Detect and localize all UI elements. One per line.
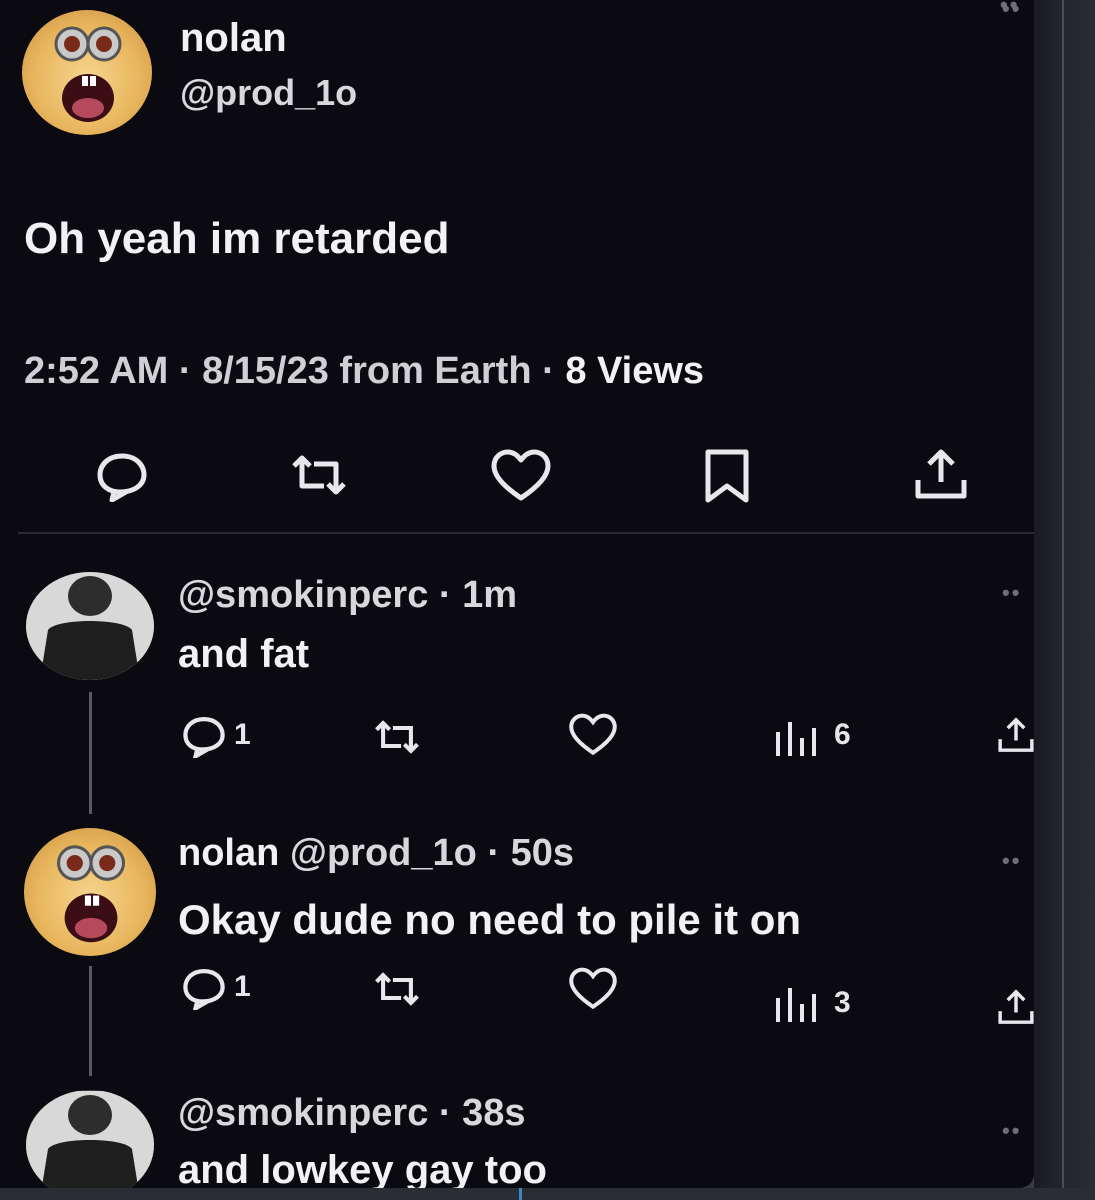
- divider: [18, 532, 1034, 534]
- share-icon[interactable]: [996, 984, 1034, 1035]
- retweet-icon[interactable]: [370, 970, 424, 1013]
- reply-1-text: and fat: [178, 632, 310, 676]
- more-dots-icon[interactable]: ••: [1002, 580, 1021, 606]
- main-tweet-text: Oh yeah im retarded: [24, 214, 450, 263]
- reply-2-handle-time[interactable]: @prod_1o · 50s: [279, 832, 574, 874]
- bar-chart-icon[interactable]: [772, 984, 826, 1029]
- thread-line: [89, 692, 92, 814]
- reply-3-header[interactable]: @smokinperc · 38s: [178, 1092, 526, 1135]
- heart-icon[interactable]: [568, 712, 618, 763]
- reply-2-avatar[interactable]: [24, 828, 156, 956]
- window-bottom-edge: [0, 1188, 1095, 1200]
- reply-2-text: Okay dude no need to pile it on: [178, 896, 802, 943]
- window-edge: [1034, 0, 1095, 1200]
- main-display-name[interactable]: nolan: [180, 16, 287, 61]
- reply-2-header[interactable]: nolan @prod_1o · 50s: [178, 832, 574, 875]
- reply-count: 1: [234, 718, 251, 751]
- heart-icon[interactable]: [490, 448, 552, 509]
- share-icon[interactable]: [996, 712, 1034, 763]
- speech-bubble-icon[interactable]: [180, 714, 228, 763]
- heart-icon[interactable]: [568, 966, 618, 1017]
- reply-3-avatar[interactable]: [26, 1090, 154, 1188]
- bar-chart-icon[interactable]: [772, 718, 826, 763]
- bookmark-icon[interactable]: [702, 448, 752, 509]
- view-count: 6: [834, 718, 851, 751]
- reply-1-avatar[interactable]: [26, 572, 154, 680]
- reply-count: 1: [234, 970, 251, 1003]
- more-dots-icon[interactable]: ••: [1002, 1118, 1021, 1144]
- reply-2-display-name[interactable]: nolan: [178, 832, 279, 874]
- view-count: 3: [834, 986, 851, 1019]
- more-dots-icon[interactable]: ••: [1000, 0, 1019, 18]
- window-divider: [1062, 0, 1064, 1200]
- thread-line: [89, 966, 92, 1076]
- tweet-screenshot: nolan @prod_1o •• Oh yeah im retarded 2:…: [0, 0, 1034, 1188]
- scroll-indicator: [519, 1188, 522, 1200]
- views-label: Views: [586, 350, 705, 392]
- more-dots-icon[interactable]: ••: [1002, 848, 1021, 874]
- views-count: 8: [565, 350, 587, 392]
- reply-1-header[interactable]: @smokinperc · 1m: [178, 574, 517, 617]
- reply-3-text: and lowkey gay too: [178, 1148, 547, 1188]
- retweet-icon[interactable]: [370, 718, 424, 761]
- speech-bubble-icon[interactable]: [180, 966, 228, 1015]
- main-tweet-meta: 2:52 AM · 8/15/23 from Earth · 8 Views: [24, 350, 704, 393]
- timestamp-source: 2:52 AM · 8/15/23 from Earth ·: [24, 350, 566, 392]
- main-handle[interactable]: @prod_1o: [180, 72, 357, 114]
- retweet-icon[interactable]: [286, 452, 352, 503]
- share-icon[interactable]: [912, 446, 970, 507]
- speech-bubble-icon[interactable]: [94, 450, 150, 507]
- main-avatar[interactable]: [22, 10, 152, 135]
